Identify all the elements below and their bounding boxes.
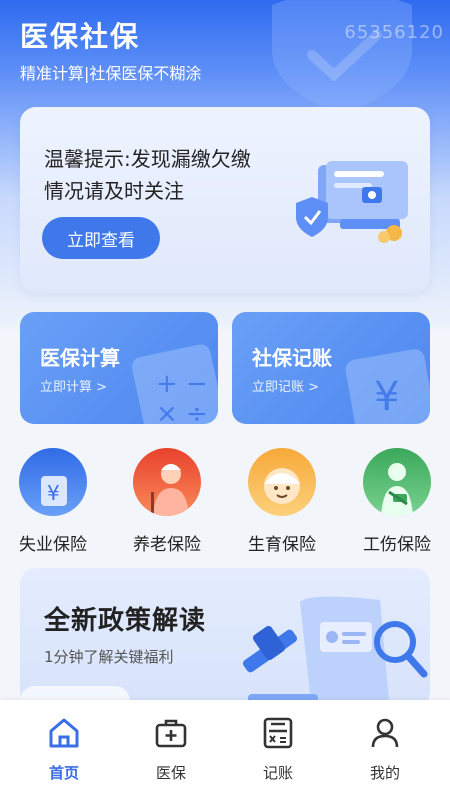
- insurance-types: ¥ 失业保险 养老保险 生育保险 工伤保险: [0, 448, 450, 558]
- app-title: 医保社保: [20, 20, 141, 53]
- ledger-icon: [263, 717, 293, 749]
- view-now-button[interactable]: 立即查看: [42, 217, 160, 259]
- nav-medical[interactable]: 医保: [131, 716, 211, 783]
- svg-text:¥: ¥: [47, 481, 60, 505]
- document-shield-illustration: [296, 161, 408, 243]
- work-injury-insurance-label: 工伤保险: [363, 535, 431, 555]
- pension-insurance-item[interactable]: 养老保险: [122, 448, 212, 555]
- work-injury-insurance-item[interactable]: 工伤保险: [352, 448, 442, 555]
- baby-icon: [248, 448, 316, 516]
- maternity-insurance-label: 生育保险: [248, 535, 316, 555]
- profile-icon: [371, 718, 399, 748]
- nav-profile[interactable]: 我的: [345, 716, 425, 783]
- notice-card[interactable]: 温馨提示:发现漏缴欠缴情况请及时关注 立即查看: [20, 107, 430, 293]
- unemployment-insurance-label: 失业保险: [19, 535, 87, 555]
- yuan-wallet-icon: ¥: [19, 448, 87, 516]
- social-ledger-card[interactable]: 社保记账 立即记账 > ¥: [232, 312, 430, 424]
- yuan-card-icon: ¥: [345, 349, 430, 424]
- policy-subtitle: 1分钟了解关键福利: [44, 648, 174, 666]
- shield-check-icon: [272, 0, 412, 110]
- medical-calc-title: 医保计算: [40, 346, 120, 370]
- svg-text:× ÷: × ÷: [156, 399, 208, 424]
- nav-home-label: 首页: [48, 764, 79, 782]
- injured-worker-icon: [363, 448, 431, 516]
- nav-ledger[interactable]: 记账: [238, 716, 318, 783]
- medical-calc-link[interactable]: 立即计算 >: [40, 376, 107, 395]
- medical-kit-icon: [155, 719, 187, 748]
- nav-home[interactable]: 首页: [24, 716, 104, 783]
- watermark-number: 65356120: [344, 22, 444, 43]
- policy-title: 全新政策解读: [44, 606, 207, 636]
- app-subtitle: 精准计算|社保医保不糊涂: [20, 64, 202, 83]
- nav-ledger-label: 记账: [262, 764, 293, 782]
- unemployment-insurance-item[interactable]: ¥ 失业保险: [8, 448, 98, 555]
- calculator-icon: + − × ÷: [132, 344, 218, 424]
- medical-calc-card[interactable]: 医保计算 立即计算 > + − × ÷: [20, 312, 218, 424]
- home-icon: [49, 718, 79, 748]
- gavel-document-illustration: [242, 596, 428, 708]
- pension-insurance-label: 养老保险: [133, 535, 201, 555]
- elderly-person-icon: [133, 448, 201, 516]
- nav-medical-label: 医保: [155, 764, 186, 782]
- bottom-nav: 首页 医保 记账 我的: [0, 700, 450, 800]
- social-ledger-title: 社保记账: [252, 346, 332, 370]
- svg-text:+ −: + −: [156, 369, 208, 399]
- nav-profile-label: 我的: [369, 764, 400, 782]
- maternity-insurance-item[interactable]: 生育保险: [237, 448, 327, 555]
- policy-banner[interactable]: 全新政策解读 1分钟了解关键福利: [20, 568, 430, 708]
- social-ledger-link[interactable]: 立即记账 >: [252, 376, 319, 395]
- notice-text: 温馨提示:发现漏缴欠缴情况请及时关注: [44, 147, 251, 203]
- svg-text:¥: ¥: [374, 374, 399, 420]
